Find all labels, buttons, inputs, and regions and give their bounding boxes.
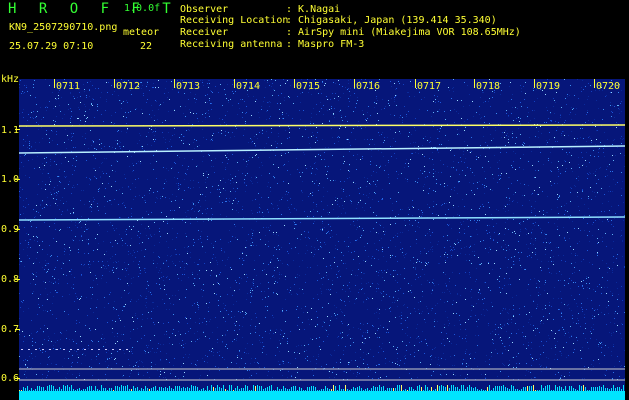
time-label: 0716 <box>356 81 381 92</box>
frequency-tick <box>15 329 20 330</box>
time-label: 0711 <box>56 81 81 92</box>
minute-marker <box>534 79 535 88</box>
antenna-value: : Maspro FM-3 <box>286 39 365 50</box>
file-name: KN9_2507290710.png <box>9 22 118 33</box>
frequency-tick <box>15 378 20 379</box>
meteor-label: meteor <box>123 27 160 38</box>
receiver-value: : AirSpy mini (Miakejima VOR 108.65MHz) <box>286 27 521 38</box>
timestamp: 25.07.29 07:10 <box>9 41 94 52</box>
meteor-count: 22 <box>140 41 153 52</box>
carrier-line <box>19 124 625 127</box>
time-label: 0719 <box>536 81 561 92</box>
header-panel: H R O F F T 1.0.0f KN9_2507290710.png me… <box>0 0 629 74</box>
minute-marker <box>174 79 175 88</box>
minute-marker <box>354 79 355 88</box>
observer-value: : K.Nagai <box>286 4 341 15</box>
frequency-unit: kHz <box>1 74 20 85</box>
minute-marker <box>114 79 115 88</box>
frequency-tick <box>15 129 20 130</box>
carrier-line <box>19 216 625 221</box>
time-label: 0717 <box>417 81 442 92</box>
time-label: 0712 <box>116 81 141 92</box>
noise-floor <box>19 391 625 400</box>
minute-marker <box>234 79 235 88</box>
time-label: 0714 <box>236 81 261 92</box>
frequency-tick <box>15 179 20 180</box>
tick-label-1-1: 1.1 <box>1 125 20 136</box>
minute-marker <box>594 79 595 88</box>
carrier-line <box>19 145 625 154</box>
location-label: Receiving Location <box>180 15 289 26</box>
time-label: 0720 <box>596 81 621 92</box>
minute-marker <box>54 79 55 88</box>
minute-marker <box>474 79 475 88</box>
antenna-label: Receiving antenna <box>180 39 283 50</box>
time-label: 0713 <box>176 81 201 92</box>
location-value: : Chigasaki, Japan (139.414 35.340) <box>286 15 497 26</box>
minute-marker <box>415 79 416 88</box>
receiver-label: Receiver <box>180 27 229 38</box>
minute-marker <box>294 79 295 88</box>
frequency-tick <box>15 279 20 280</box>
spectrogram[interactable] <box>19 79 625 400</box>
observer-label: Observer <box>180 4 229 15</box>
frequency-tick <box>15 229 20 230</box>
spectrogram-canvas <box>19 79 625 400</box>
version-label: 1.0.0f <box>124 3 161 14</box>
time-label: 0715 <box>296 81 321 92</box>
time-label: 0718 <box>476 81 501 92</box>
